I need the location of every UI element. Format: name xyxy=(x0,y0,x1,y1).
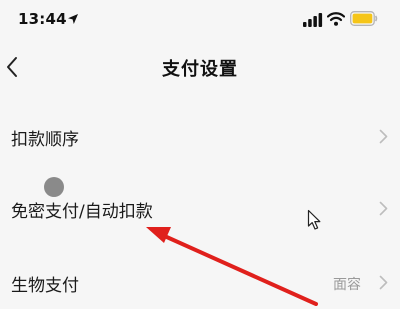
menu-item-label: 免密支付/自动扣款 xyxy=(11,202,153,222)
signal-icon xyxy=(303,13,323,27)
menu-item-value: 面容 xyxy=(333,277,361,293)
menu-item-label: 生物支付 xyxy=(11,276,79,296)
page-title: 支付设置 xyxy=(162,59,238,80)
chevron-right-icon xyxy=(379,201,388,216)
location-arrow-icon xyxy=(68,14,78,24)
menu-item-label: 扣款顺序 xyxy=(11,130,79,150)
status-bar: 13:44 xyxy=(0,0,400,40)
menu-item-biometric-payment[interactable]: 生物支付 面容 xyxy=(0,257,400,309)
touch-indicator xyxy=(44,177,64,197)
chevron-right-icon xyxy=(379,129,388,144)
chevron-right-icon xyxy=(379,275,388,290)
battery-icon xyxy=(350,11,378,26)
navigation-bar: 支付设置 xyxy=(0,44,400,90)
status-time: 13:44 xyxy=(18,10,67,28)
wifi-icon xyxy=(327,12,345,26)
mouse-pointer-icon xyxy=(307,209,321,230)
menu-item-deduction-order[interactable]: 扣款顺序 xyxy=(0,111,400,163)
